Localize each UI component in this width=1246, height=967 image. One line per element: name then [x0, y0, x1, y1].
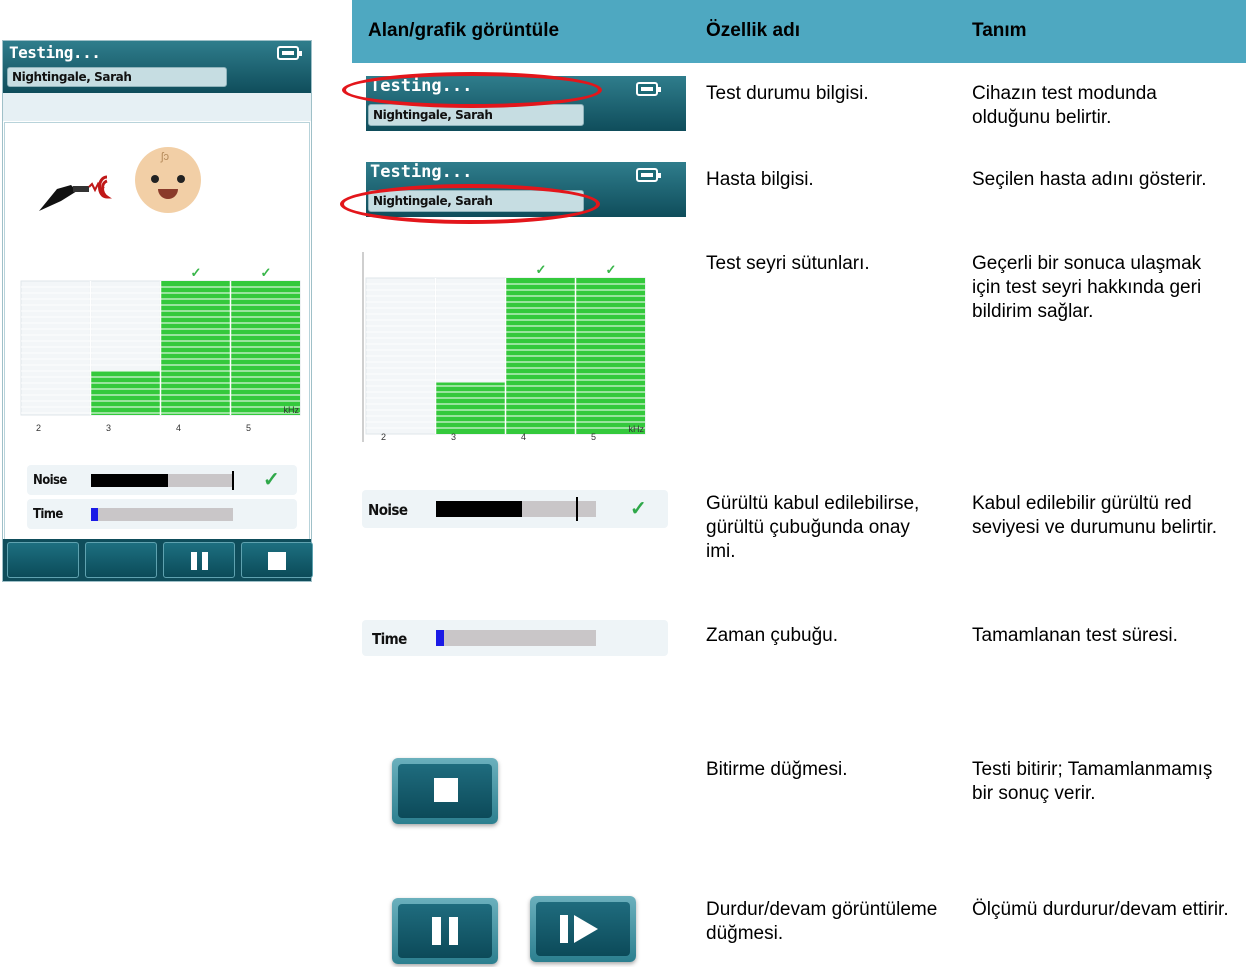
- row3-feature: Test seyri sütunları.: [706, 253, 870, 274]
- chart-check-icon: ✓: [261, 265, 272, 280]
- patient-name-field[interactable]: Nightingale, Sarah: [7, 67, 227, 87]
- device-screen: Testing... Nightingale, Sarah ʃɔ 2 3 ✓ 4 ✓ 5 k…: [2, 40, 313, 582]
- stop-icon: [434, 778, 458, 802]
- chart-check-icon: ✓: [536, 262, 547, 277]
- device-info-band: [3, 93, 311, 121]
- row1-description: Cihazın test modunda olduğunu belirtir.: [972, 83, 1157, 128]
- noise-ok-check-icon: ✓: [630, 498, 647, 520]
- test-progress-chart: 2 3 ✓ 4 ✓ 5 kHz: [20, 265, 301, 433]
- row4-description: Kabul edilebilir gürültü red seviyesi ve…: [972, 493, 1217, 538]
- progress-columns-thumbnail: 2 3 ✓ 4 ✓ 5 kHz: [362, 252, 646, 442]
- blank-button-1[interactable]: [7, 542, 79, 578]
- chart-check-icon: ✓: [191, 265, 202, 280]
- thumb-title: Testing...: [370, 162, 473, 182]
- noise-threshold-marker: [231, 471, 234, 490]
- noise-bar: [91, 474, 233, 487]
- chart-tick-label: 3: [451, 432, 456, 442]
- stop-button[interactable]: [241, 542, 313, 578]
- chart-tick-label: 2: [36, 423, 41, 433]
- highlight-ellipse-status: [342, 72, 602, 108]
- noise-label: Noise: [33, 473, 67, 488]
- battery-icon: [277, 46, 302, 60]
- noise-label: Noise: [368, 501, 408, 519]
- row1-feature: Test durumu bilgisi.: [706, 83, 869, 104]
- test-status-title: Testing...: [9, 43, 101, 62]
- stop-button-face: [398, 764, 492, 818]
- time-progress-fill: [91, 508, 99, 521]
- stop-icon: [268, 552, 286, 570]
- pause-icon-bar: [202, 552, 208, 570]
- resume-button-sample[interactable]: [530, 896, 636, 962]
- row3-description: Geçerli bir sonuca ulaşmak için test sey…: [972, 253, 1202, 322]
- time-label: Time: [372, 630, 407, 648]
- header-description: Tanım: [972, 20, 1027, 41]
- chart-check-icon: ✓: [606, 262, 617, 277]
- chart-tick-label: 4: [176, 423, 181, 433]
- time-bar: [436, 630, 596, 646]
- pause-icon-bar: [449, 917, 458, 945]
- time-bar-row: Time: [27, 499, 297, 529]
- row2-feature: Hasta bilgisi.: [706, 169, 814, 190]
- row5-feature: Zaman çubuğu.: [706, 625, 839, 646]
- noise-ok-check-icon: ✓: [263, 469, 280, 491]
- pause-icon: [432, 917, 441, 945]
- time-bar: [91, 508, 233, 521]
- noise-level-fill: [436, 501, 523, 517]
- pause-button-sample[interactable]: [392, 898, 498, 964]
- row7-feature: Durdur/devam görüntüleme düğmesi.: [706, 899, 938, 944]
- noise-bar: [436, 501, 596, 517]
- blank-button-2[interactable]: [85, 542, 157, 578]
- time-progress-fill: [436, 630, 444, 646]
- stop-button-sample[interactable]: [392, 758, 498, 824]
- row2-description: Seçilen hasta adını gösterir.: [972, 169, 1207, 190]
- noise-threshold-marker: [576, 497, 578, 521]
- chart-tick-label: 5: [591, 432, 596, 442]
- noise-bar-row: Noise ✓: [27, 465, 297, 495]
- noise-bar-thumbnail: Noise ✓: [362, 490, 668, 528]
- time-label: Time: [33, 507, 63, 522]
- row4-feature: Gürültü kabul edilebilirse, gürültü çubu…: [706, 493, 920, 562]
- row6-description: Testi bitirir; Tamamlanmamış bir sonuç v…: [972, 759, 1213, 804]
- pause-button-face: [398, 904, 492, 958]
- resume-bar-icon: [560, 915, 568, 943]
- device-header: Testing... Nightingale, Sarah: [3, 41, 311, 93]
- header-feature: Özellik adı: [706, 20, 800, 41]
- play-icon: [574, 915, 598, 943]
- highlight-ellipse-patient: [340, 184, 600, 224]
- row6-feature: Bitirme düğmesi.: [706, 759, 848, 780]
- chart-tick-label: 3: [106, 423, 111, 433]
- battery-icon: [636, 82, 661, 96]
- chart-tick-label: 5: [246, 423, 251, 433]
- chart-unit-label: kHz: [284, 405, 300, 415]
- baby-icon: ʃɔ: [135, 147, 201, 213]
- chart-bar: [436, 382, 505, 434]
- pause-button[interactable]: [163, 542, 235, 578]
- device-button-bar: [3, 539, 313, 581]
- table-header: Alan/grafik görüntüle Özellik adı Tanım: [352, 0, 1246, 63]
- time-bar-thumbnail: Time: [362, 620, 668, 656]
- chart-tick-label: 4: [521, 432, 526, 442]
- noise-level-fill: [91, 474, 168, 487]
- battery-icon: [636, 168, 661, 182]
- probe-ear-icon: [39, 175, 112, 211]
- device-body: ʃɔ 2 3 ✓ 4 ✓ 5 kHz Noise ✓ Time: [4, 122, 310, 540]
- chart-tick-label: 2: [381, 432, 386, 442]
- chart-unit-label: kHz: [629, 424, 645, 434]
- header-display: Alan/grafik görüntüle: [368, 20, 560, 41]
- resume-button-face: [536, 902, 630, 956]
- row5-description: Tamamlanan test süresi.: [972, 625, 1178, 646]
- pause-icon: [191, 552, 197, 570]
- row7-description: Ölçümü durdurur/devam ettirir.: [972, 899, 1229, 920]
